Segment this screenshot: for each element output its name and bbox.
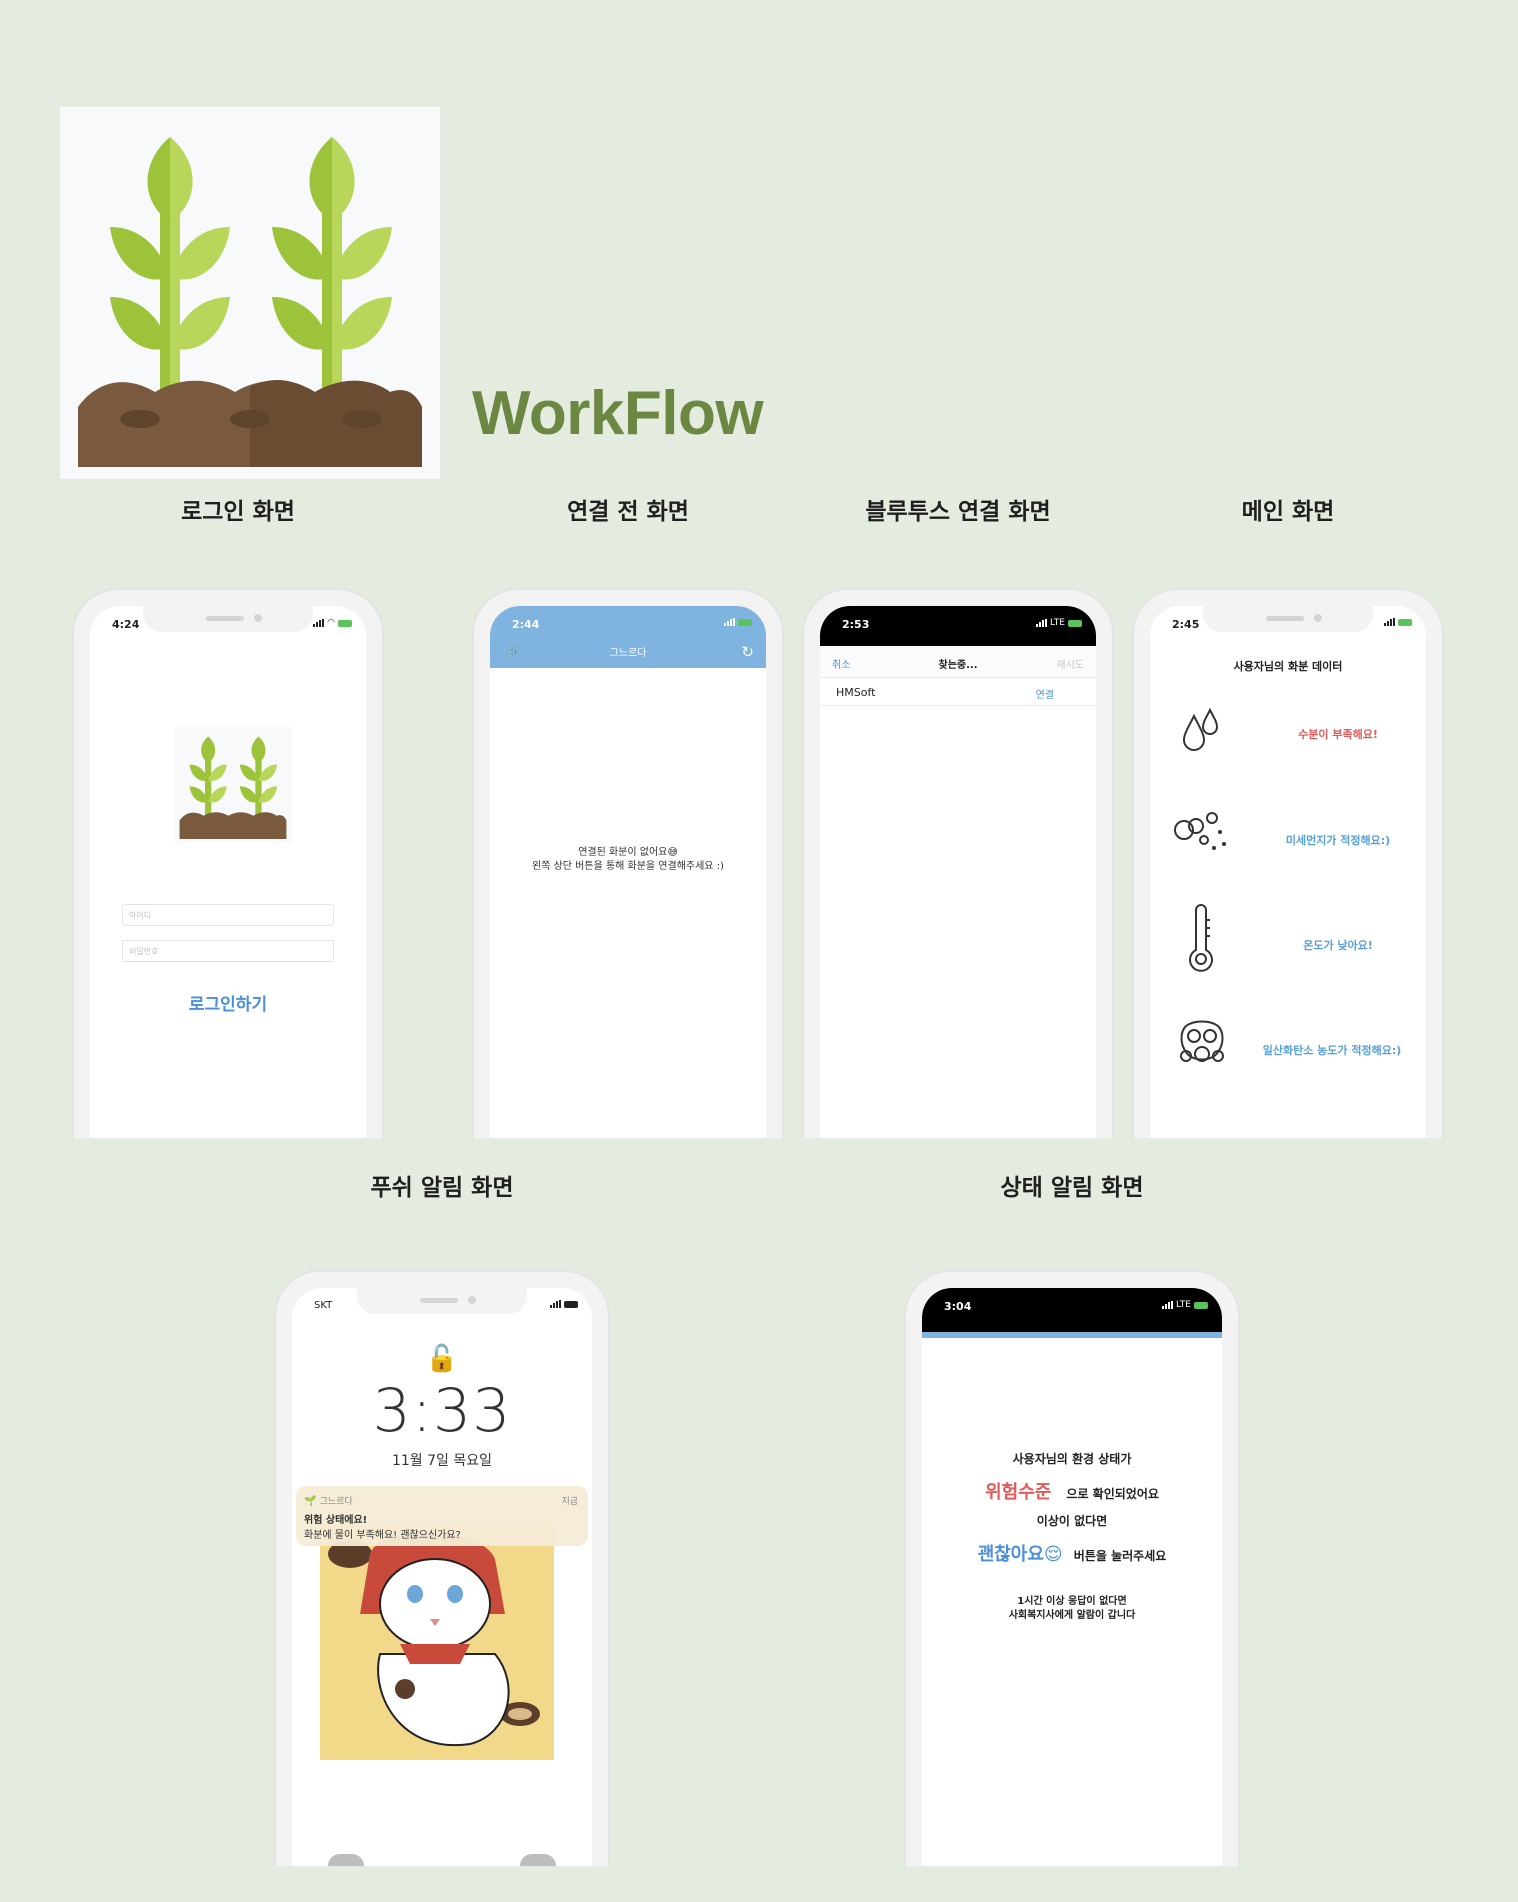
thermometer-icon [1189, 904, 1213, 972]
phone-main: 2:45 사용자님의 화분 데이터 수분이 부족해요! 미세먼지가 적정해요:) [1132, 588, 1444, 1138]
status-icons [724, 618, 752, 626]
dust-icon [1174, 812, 1226, 850]
id-input[interactable]: 아이디 [122, 904, 334, 926]
battery-icon [1068, 619, 1082, 627]
battery-icon [1398, 618, 1412, 626]
device-name: HMSoft [836, 686, 876, 699]
status-line3: 이상이 없다면 [1036, 1514, 1108, 1528]
section-label-push: 푸쉬 알림 화면 [370, 1175, 514, 1201]
status-note-line1: 1시간 이상 응답이 없다면 [1017, 1596, 1127, 1607]
notif-body: 화분에 물이 부족해요! 괜찮으신가요? [304, 1530, 461, 1541]
main-screen: 2:45 사용자님의 화분 데이터 수분이 부족해요! 미세먼지가 적정해요:) [1150, 606, 1426, 1138]
status-line1: 사용자님의 환경 상태가 [1012, 1452, 1132, 1466]
status-icons: LTE [1162, 1300, 1208, 1310]
nav-title: 그느르다 [609, 648, 647, 659]
dust-status: 미세먼지가 적정해요:) [1285, 834, 1391, 847]
water-status: 수분이 부족해요! [1298, 728, 1378, 741]
device-row[interactable]: HMSoft 연결 [820, 678, 1096, 706]
phone-bluetooth: 2:53 LTE 취소 찾는중... 재시도 HMSoft 연결 [802, 588, 1114, 1138]
section-label-bluetooth: 블루투스 연결 화면 [865, 499, 1051, 525]
battery-icon [338, 619, 352, 627]
ok-button[interactable]: 괜찮아요😌 [978, 1544, 1063, 1565]
status-time: 2:53 [842, 618, 870, 631]
status-icons: ◠ [313, 618, 352, 628]
login-screen: 4:24 ◠ 아이디 비밀번호 로그인하기 [90, 606, 366, 1138]
status-line4: 괜찮아요😌 버튼을 눌러주세요 [922, 1540, 1222, 1566]
temperature-status: 온도가 낮아요! [1303, 939, 1373, 952]
network-label: LTE [1176, 1300, 1191, 1310]
app-logo-small-icon [174, 727, 292, 843]
login-button[interactable]: 로그인하기 [90, 990, 366, 1015]
status-line2-suffix: 으로 확인되었어요 [1066, 1487, 1159, 1501]
battery-icon [738, 618, 752, 626]
status-icons [1384, 618, 1412, 626]
carrier-label: SKT [314, 1300, 333, 1311]
bt-header: 취소 찾는중... 재시도 [820, 646, 1096, 678]
status-time: 2:44 [512, 618, 540, 631]
phone-before-connect: 2:44 🔗 그느르다 ↻ 연결된 화분이 없어요😅 왼쪽 상단 버튼을 통해 … [472, 588, 784, 1138]
danger-level: 위험수준 [985, 1482, 1052, 1503]
battery-icon [564, 1300, 578, 1308]
flashlight-button[interactable] [328, 1854, 364, 1866]
empty-message-line2: 왼쪽 상단 버튼을 통해 화분을 연결해주세요 :) [532, 861, 724, 872]
searching-label: 찾는중... [938, 660, 978, 671]
camera-button[interactable] [520, 1854, 556, 1866]
wallpaper-cat-image [320, 1524, 554, 1760]
status-icons [550, 1300, 578, 1308]
app-logo [60, 107, 440, 479]
gas-mask-icon [1180, 1020, 1224, 1062]
lock-clock: 3:33 [372, 1376, 512, 1446]
refresh-icon[interactable]: ↻ [741, 643, 754, 661]
notif-app-icon: 🌱 [304, 1496, 317, 1507]
status-time: 2:45 [1172, 618, 1200, 631]
nav-bar: 2:44 🔗 그느르다 ↻ [490, 606, 766, 668]
page-title: WorkFlow [472, 379, 764, 448]
lock-screen: SKT 🔓 3:33 11월 7일 목요일 🌱 그느르다 지금 위험 상태에요! [292, 1288, 592, 1866]
phone-status: 3:04 LTE 사용자님의 환경 상태가 위험수준 으로 확인되었어요 이상이… [904, 1270, 1240, 1866]
before-connect-screen: 2:44 🔗 그느르다 ↻ 연결된 화분이 없어요😅 왼쪽 상단 버튼을 통해 … [490, 606, 766, 1138]
notif-app-name: 그느르다 [319, 1497, 353, 1507]
status-time: 4:24 [112, 618, 140, 631]
section-label-status: 상태 알림 화면 [1000, 1175, 1144, 1201]
unlock-icon: 🔓 [425, 1344, 459, 1374]
section-label-main: 메인 화면 [1241, 499, 1335, 525]
retry-button[interactable]: 재시도 [1056, 656, 1084, 671]
lock-date: 11월 7일 목요일 [391, 1453, 493, 1469]
sprout-logo-icon [78, 137, 422, 467]
status-line4-suffix: 버튼을 눌러주세요 [1073, 1549, 1167, 1563]
phone-login: 4:24 ◠ 아이디 비밀번호 로그인하기 [72, 588, 384, 1138]
status-note-line2: 사회복지사에게 알람이 갑니다 [1008, 1610, 1136, 1621]
status-screen: 3:04 LTE 사용자님의 환경 상태가 위험수준 으로 확인되었어요 이상이… [922, 1288, 1222, 1866]
phone-push: SKT 🔓 3:33 11월 7일 목요일 🌱 그느르다 지금 위험 상태에요! [274, 1270, 610, 1866]
battery-icon [1194, 1301, 1208, 1309]
empty-message-line1: 연결된 화분이 없어요😅 [578, 847, 678, 858]
status-line2: 위험수준 으로 확인되었어요 [922, 1478, 1222, 1504]
status-icons: LTE [1036, 618, 1082, 628]
section-label-login: 로그인 화면 [181, 499, 295, 525]
connect-button[interactable]: 연결 [1036, 686, 1054, 701]
bluetooth-screen: 2:53 LTE 취소 찾는중... 재시도 HMSoft 연결 [820, 606, 1096, 1138]
push-notification[interactable]: 🌱 그느르다 지금 위험 상태에요! 화분에 물이 부족해요! 괜찮으신가요? [296, 1486, 588, 1546]
main-title: 사용자님의 화분 데이터 [1233, 660, 1343, 673]
section-label-before-connect: 연결 전 화면 [567, 499, 689, 525]
notif-title: 위험 상태에요! [304, 1515, 368, 1526]
nav-strip [922, 1332, 1222, 1338]
password-input[interactable]: 비밀번호 [122, 940, 334, 962]
status-time: 3:04 [944, 1300, 972, 1313]
wifi-icon: ◠ [327, 618, 335, 628]
water-drops-icon [1182, 707, 1219, 751]
notif-time: 지금 [561, 1497, 578, 1507]
network-label: LTE [1050, 618, 1065, 628]
co-status: 일산화탄소 농도가 적정해요:) [1262, 1044, 1402, 1057]
